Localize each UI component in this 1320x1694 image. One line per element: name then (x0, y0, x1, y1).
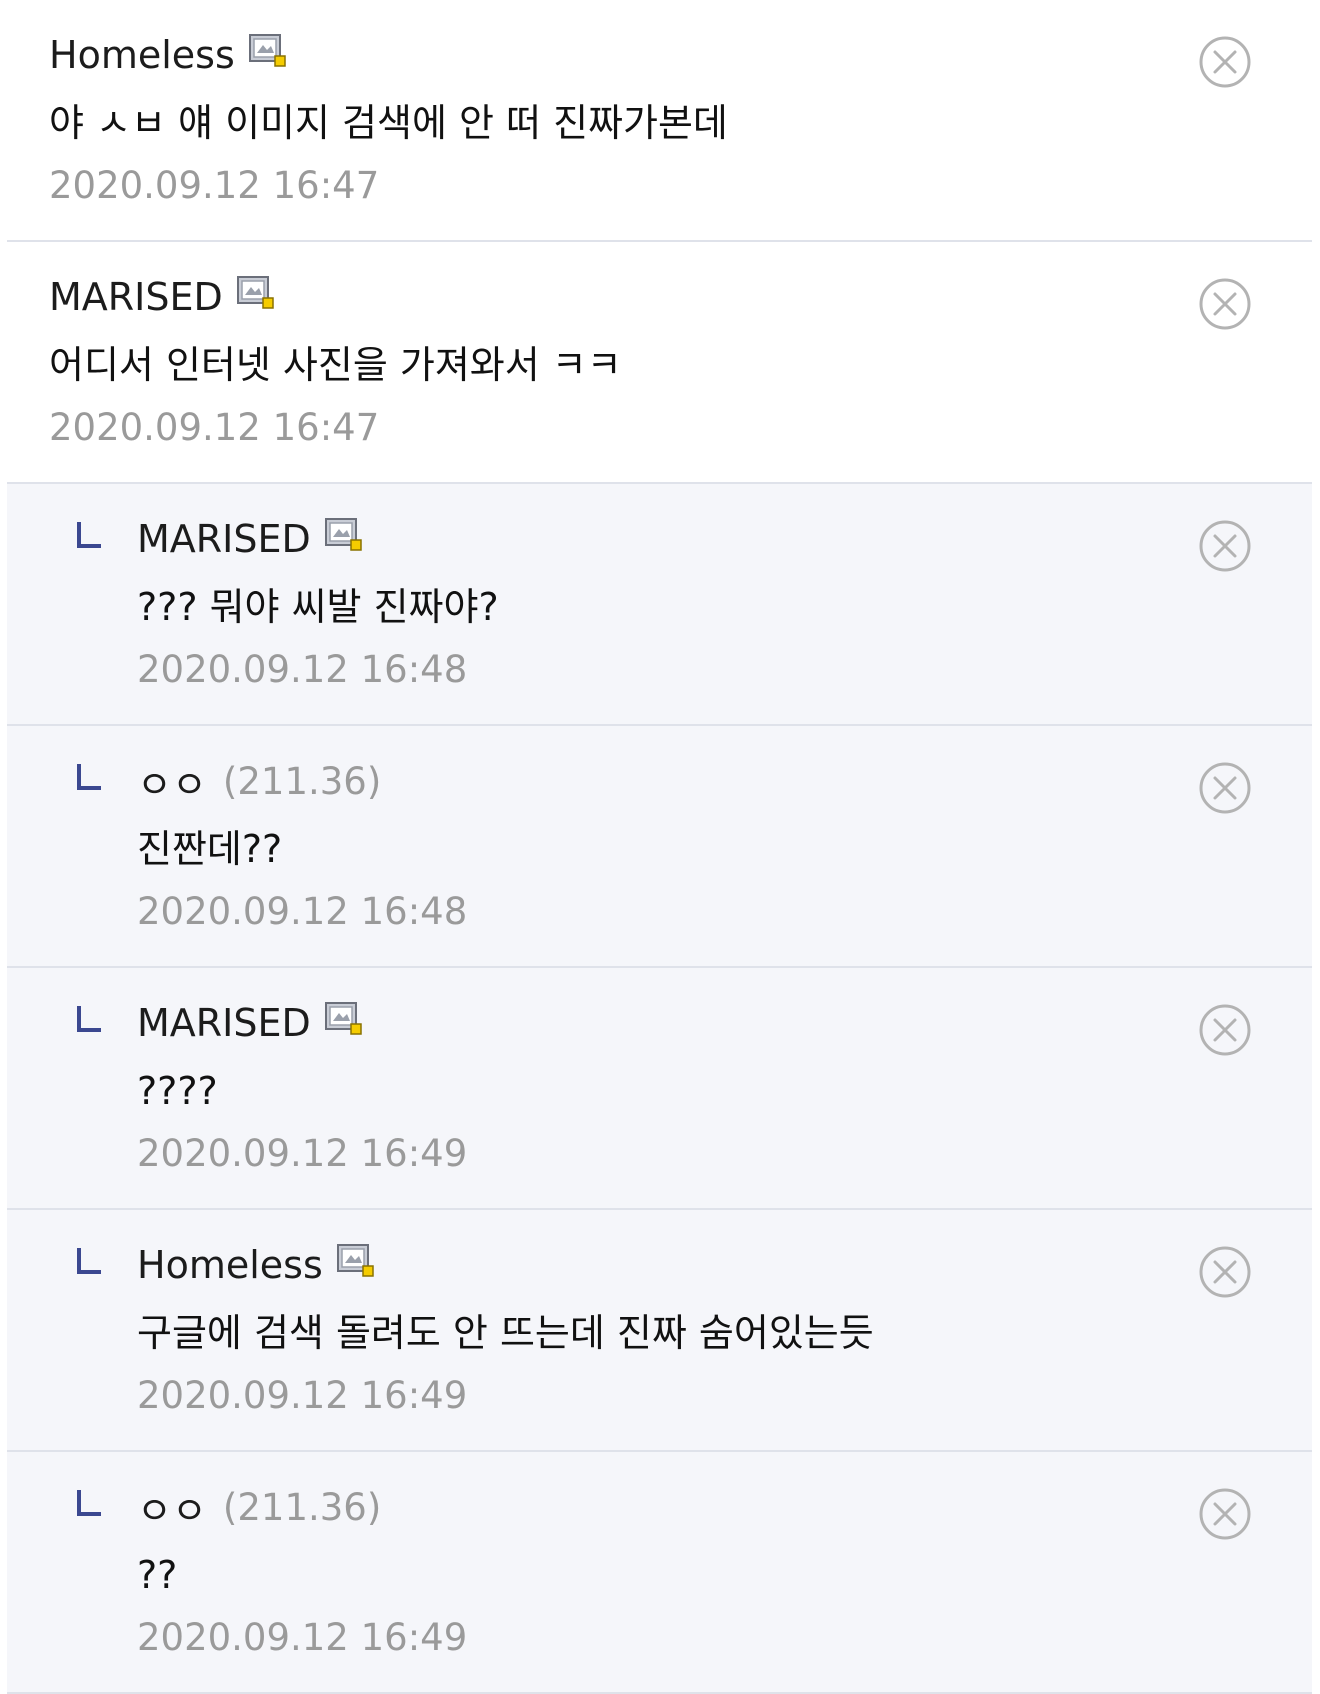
reply-item: MARISED ???? 2020.09.12 16:49 (7, 968, 1312, 1210)
comment-body: ㅇㅇ (211.36) 진짠데?? 2020.09.12 16:48 (137, 752, 1162, 940)
reply-arrow-icon (77, 522, 101, 548)
comment-text: 어디서 인터넷 사진을 가져와서 ㅋㅋ (49, 343, 622, 387)
reply-arrow-icon (77, 1006, 101, 1032)
close-circle-icon[interactable] (1198, 519, 1252, 573)
nickname[interactable]: Homeless (49, 33, 235, 77)
author-line: Homeless (49, 26, 1162, 84)
author-line: ㅇㅇ (211.36) (137, 752, 1162, 810)
close-circle-icon[interactable] (1198, 1245, 1252, 1299)
comment-date: 2020.09.12 16:48 (137, 890, 468, 933)
comment-body: Homeless 야 ㅅㅂ 얘 이미지 검색에 안 떠 진짜가본데 2020.0… (49, 26, 1162, 214)
fixed-nick-icon (236, 276, 275, 310)
fixed-nick-icon (324, 518, 363, 552)
comment-date: 2020.09.12 16:47 (49, 406, 380, 449)
comment-text: ?? (137, 1553, 178, 1597)
ip-address: (211.36) (222, 759, 382, 803)
reply-item: Homeless 구글에 검색 돌려도 안 뜨는데 진짜 숨어있는듯 2020.… (7, 1210, 1312, 1452)
close-circle-icon[interactable] (1198, 761, 1252, 815)
close-circle-icon[interactable] (1198, 35, 1252, 89)
ip-address: (211.36) (222, 1485, 382, 1529)
comment-text: 구글에 검색 돌려도 안 뜨는데 진짜 숨어있는듯 (137, 1311, 874, 1355)
reply-arrow-icon (77, 1490, 101, 1516)
fixed-nick-icon (324, 1002, 363, 1036)
comment-body: MARISED 어디서 인터넷 사진을 가져와서 ㅋㅋ 2020.09.12 1… (49, 268, 1162, 456)
comment-date: 2020.09.12 16:49 (137, 1616, 468, 1659)
comment-text: ???? (137, 1069, 218, 1113)
nickname[interactable]: Homeless (137, 1243, 323, 1287)
nickname[interactable]: ㅇㅇ (137, 1480, 207, 1535)
nickname[interactable]: ㅇㅇ (137, 754, 207, 809)
comment-item: Homeless 야 ㅅㅂ 얘 이미지 검색에 안 떠 진짜가본데 2020.0… (7, 0, 1312, 242)
close-circle-icon[interactable] (1198, 277, 1252, 331)
comment-date: 2020.09.12 16:49 (137, 1132, 468, 1175)
reply-arrow-icon (77, 1248, 101, 1274)
reply-arrow-icon (77, 764, 101, 790)
comment-item: MARISED 어디서 인터넷 사진을 가져와서 ㅋㅋ 2020.09.12 1… (7, 242, 1312, 484)
comment-body: MARISED ???? 2020.09.12 16:49 (137, 994, 1162, 1182)
author-line: MARISED (49, 268, 1162, 326)
close-circle-icon[interactable] (1198, 1003, 1252, 1057)
comment-date: 2020.09.12 16:47 (49, 164, 380, 207)
comment-text: ??? 뭐야 씨발 진짜야? (137, 585, 499, 629)
comment-body: MARISED ??? 뭐야 씨발 진짜야? 2020.09.12 16:48 (137, 510, 1162, 698)
author-line: Homeless (137, 1236, 1162, 1294)
nickname[interactable]: MARISED (137, 517, 311, 561)
comment-date: 2020.09.12 16:48 (137, 648, 468, 691)
reply-item: MARISED ??? 뭐야 씨발 진짜야? 2020.09.12 16:48 (7, 484, 1312, 726)
author-line: ㅇㅇ (211.36) (137, 1478, 1162, 1536)
author-line: MARISED (137, 994, 1162, 1052)
comment-date: 2020.09.12 16:49 (137, 1374, 468, 1417)
fixed-nick-icon (248, 34, 287, 68)
reply-item: ㅇㅇ (211.36) ?? 2020.09.12 16:49 (7, 1452, 1312, 1694)
comment-body: ㅇㅇ (211.36) ?? 2020.09.12 16:49 (137, 1478, 1162, 1666)
comment-body: Homeless 구글에 검색 돌려도 안 뜨는데 진짜 숨어있는듯 2020.… (137, 1236, 1162, 1424)
close-circle-icon[interactable] (1198, 1487, 1252, 1541)
nickname[interactable]: MARISED (49, 275, 223, 319)
comment-text: 진짠데?? (137, 827, 283, 871)
nickname[interactable]: MARISED (137, 1001, 311, 1045)
reply-item: ㅇㅇ (211.36) 진짠데?? 2020.09.12 16:48 (7, 726, 1312, 968)
fixed-nick-icon (336, 1244, 375, 1278)
author-line: MARISED (137, 510, 1162, 568)
comment-list: Homeless 야 ㅅㅂ 얘 이미지 검색에 안 떠 진짜가본데 2020.0… (7, 0, 1312, 1694)
comment-text: 야 ㅅㅂ 얘 이미지 검색에 안 떠 진짜가본데 (49, 101, 728, 145)
